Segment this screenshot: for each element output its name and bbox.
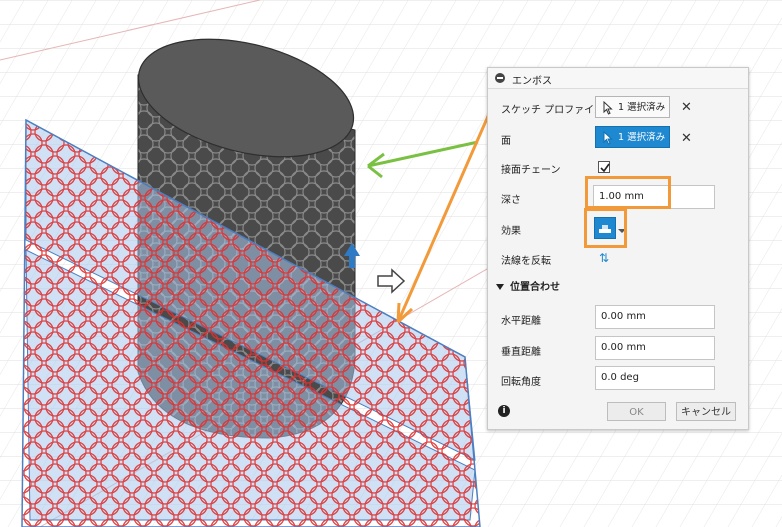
cursor-select-icon <box>603 101 613 115</box>
effect-highlight-box <box>584 208 627 248</box>
flip-direction-label: 法線を反転 <box>501 256 551 267</box>
cursor-select-icon <box>603 131 613 145</box>
horizontal-distance-label: 水平距離 <box>501 316 541 327</box>
dialog-title: エンボス <box>512 76 552 87</box>
vertical-distance-input[interactable]: 0.00 mm <box>595 336 715 360</box>
ok-button[interactable]: OK <box>607 402 666 421</box>
alignment-section-header[interactable]: 位置合わせ <box>496 278 560 293</box>
face-label: 面 <box>501 136 511 147</box>
face-select-button[interactable]: 1 選択済み <box>595 126 670 148</box>
checkmark-icon <box>600 163 610 173</box>
rotation-angle-label: 回転角度 <box>501 377 541 388</box>
dialog-header[interactable]: エンボス <box>488 68 748 89</box>
info-icon[interactable]: i <box>498 405 510 417</box>
close-icon[interactable]: ✕ <box>681 101 692 114</box>
sketch-profile-label: スケッチ プロファイル <box>501 105 605 116</box>
tangent-chain-label: 接面チェーン <box>501 165 561 176</box>
rotation-angle-input[interactable]: 0.0 deg <box>595 366 715 390</box>
collapse-icon[interactable] <box>495 73 505 83</box>
depth-label: 深さ <box>501 195 521 206</box>
sketch-profile-select-button[interactable]: 1 選択済み <box>595 96 670 118</box>
depth-highlight-box <box>585 176 671 209</box>
close-icon[interactable]: ✕ <box>681 132 692 145</box>
effect-label: 効果 <box>501 226 521 237</box>
vertical-distance-label: 垂直距離 <box>501 347 541 358</box>
cancel-button[interactable]: キャンセル <box>676 402 736 421</box>
flip-arrows-icon[interactable]: ⇅ <box>599 251 609 265</box>
emboss-dialog: エンボス スケッチ プロファイル 1 選択済み ✕ 面 1 選択済み ✕ 接面チ… <box>487 67 749 430</box>
horizontal-distance-input[interactable]: 0.00 mm <box>595 305 715 329</box>
tangent-chain-checkbox[interactable] <box>598 161 610 173</box>
